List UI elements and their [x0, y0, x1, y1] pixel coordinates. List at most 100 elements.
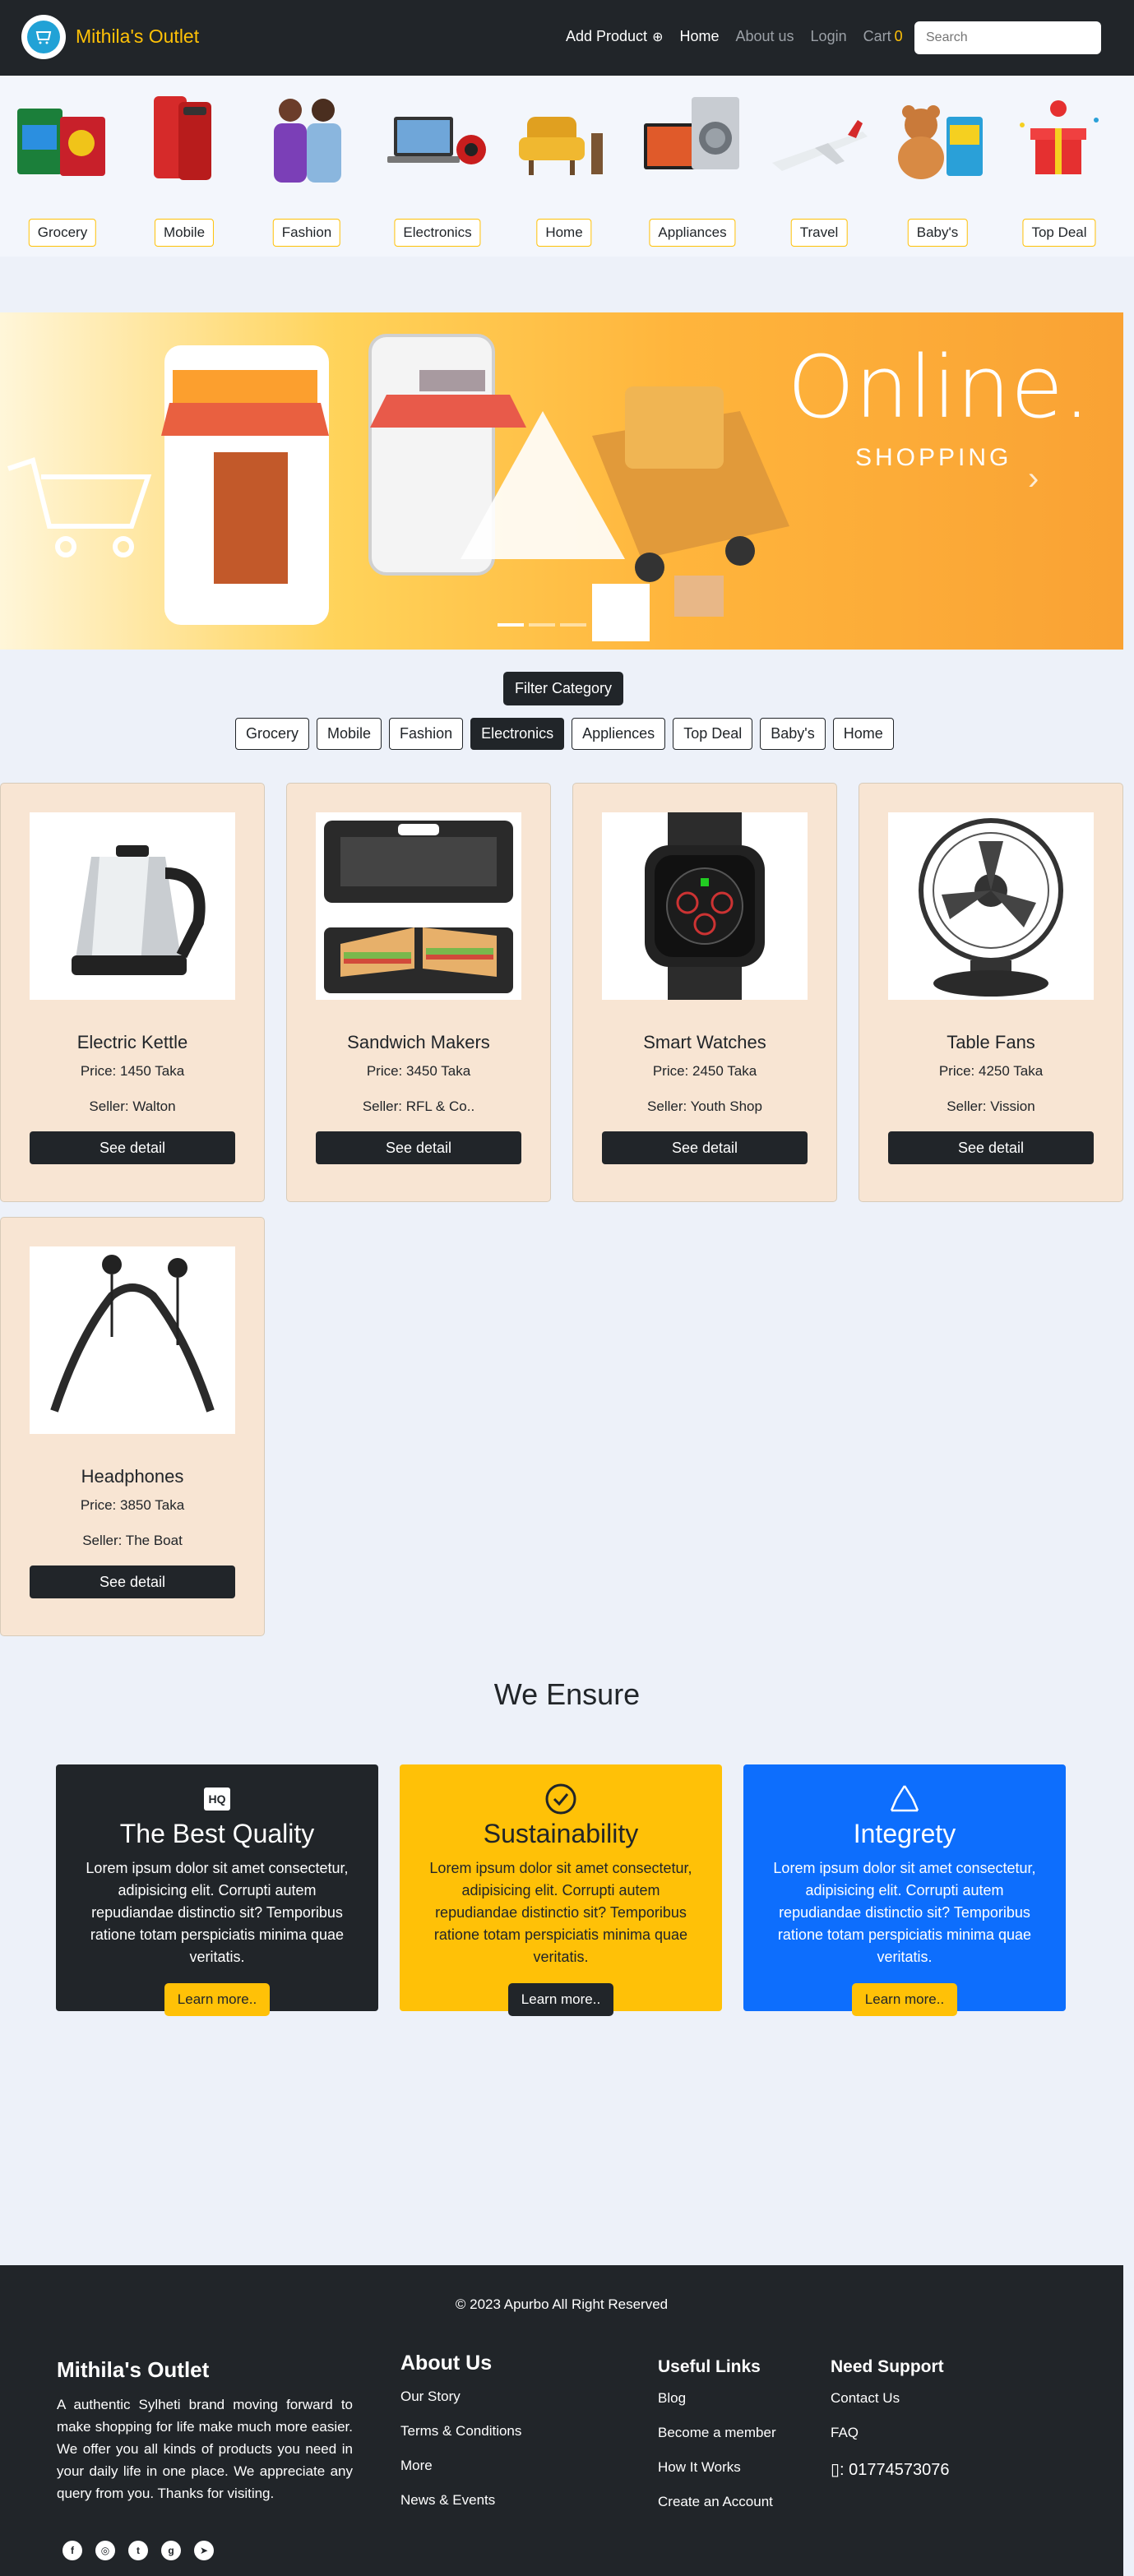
- product-card: Table Fans Price: 4250 Taka Seller: Viss…: [859, 783, 1123, 1202]
- learn-more-button[interactable]: Learn more..: [164, 1983, 271, 2016]
- cart-count-badge: 0: [894, 28, 903, 44]
- footer-description: A authentic Sylheti brand moving forward…: [57, 2397, 353, 2501]
- product-seller: Seller: RFL & Co..: [362, 1098, 475, 1114]
- footer-link[interactable]: Contact Us: [831, 2390, 949, 2407]
- footer-link[interactable]: Become a member: [658, 2425, 776, 2441]
- see-detail-button[interactable]: See detail: [316, 1131, 521, 1164]
- category-mobile[interactable]: Mobile: [127, 92, 242, 257]
- footer-link[interactable]: News & Events: [400, 2492, 521, 2509]
- brand-logo[interactable]: [21, 15, 66, 59]
- product-card: Smart Watches Price: 2450 Taka Seller: Y…: [572, 783, 837, 1202]
- ensure-card-text: Lorem ipsum dolor sit amet consectetur, …: [773, 1860, 1036, 1965]
- hero-carousel[interactable]: Online. SHOPPING ›: [0, 312, 1123, 650]
- carousel-indicator[interactable]: [560, 623, 586, 627]
- ensure-card-quality: HQ The Best Quality Lorem ipsum dolor si…: [56, 1764, 378, 2016]
- see-detail-button[interactable]: See detail: [30, 1565, 235, 1598]
- filter-top-deal-button[interactable]: Top Deal: [673, 718, 753, 750]
- footer-column-title: Useful Links: [658, 2357, 761, 2376]
- category-home[interactable]: Home: [507, 92, 622, 257]
- footer-link[interactable]: How It Works: [658, 2459, 776, 2476]
- product-seller: Seller: The Boat: [82, 1533, 183, 1548]
- filter-electronics-button[interactable]: Electronics: [470, 718, 565, 750]
- facebook-icon[interactable]: f: [62, 2541, 82, 2560]
- category-fashion[interactable]: Fashion: [249, 92, 364, 257]
- home-link[interactable]: Home: [679, 28, 719, 45]
- footer-link[interactable]: Blog: [658, 2390, 776, 2407]
- product-seller: Seller: Walton: [89, 1098, 176, 1114]
- learn-more-button[interactable]: Learn more..: [507, 1983, 614, 2016]
- cart-logo-icon: [27, 21, 60, 53]
- product-price: Price: 3450 Taka: [366, 1063, 471, 1079]
- product-price: Price: 3850 Taka: [80, 1497, 185, 1513]
- category-appliances[interactable]: Appliances: [635, 92, 750, 257]
- product-seller: Seller: Vission: [947, 1098, 1035, 1114]
- filter-mobile-button[interactable]: Mobile: [317, 718, 382, 750]
- electronics-image: [384, 92, 491, 183]
- filter-babys-button[interactable]: Baby's: [760, 718, 826, 750]
- filter-fashion-button[interactable]: Fashion: [389, 718, 464, 750]
- category-electronics[interactable]: Electronics: [380, 92, 495, 257]
- product-price: Price: 4250 Taka: [938, 1063, 1044, 1079]
- brand-name[interactable]: Mithila's Outlet: [76, 25, 199, 48]
- github-icon[interactable]: g: [161, 2541, 181, 2560]
- telegram-icon[interactable]: ➤: [194, 2541, 214, 2560]
- category-label: Grocery: [28, 219, 97, 247]
- phone-contact[interactable]: ▯: 01774573076: [831, 2459, 949, 2480]
- banner-illustration: [7, 334, 789, 641]
- product-seller: Seller: Youth Shop: [647, 1098, 762, 1114]
- ensure-card-title: Integrety: [853, 1819, 956, 1848]
- category-label: Top Deal: [1022, 219, 1096, 247]
- hq-icon: HQ: [76, 1783, 359, 1815]
- filter-row: Grocery Mobile Fashion Electronics Appli…: [235, 718, 894, 750]
- category-label: Baby's: [907, 219, 968, 247]
- footer-link[interactable]: FAQ: [831, 2425, 949, 2441]
- nav-links: Add Product ⊕ Home About us Login Cart 0: [566, 28, 936, 45]
- grocery-image: [9, 92, 116, 183]
- twitter-icon[interactable]: t: [128, 2541, 148, 2560]
- login-link[interactable]: Login: [811, 28, 847, 45]
- table-fan-image: [888, 812, 1094, 1000]
- category-label: Electronics: [394, 219, 481, 247]
- category-grocery[interactable]: Grocery: [5, 92, 120, 257]
- footer-column-title: About Us: [400, 2352, 493, 2375]
- ensure-card-sustainability: Sustainability Lorem ipsum dolor sit ame…: [400, 1764, 722, 2016]
- category-travel[interactable]: Travel: [761, 92, 877, 257]
- see-detail-button[interactable]: See detail: [602, 1131, 808, 1164]
- search-input[interactable]: [914, 21, 1101, 54]
- ensure-heading: We Ensure: [493, 1677, 641, 1711]
- about-link[interactable]: About us: [735, 28, 794, 45]
- ensure-card-text: Lorem ipsum dolor sit amet consectetur, …: [86, 1860, 349, 1965]
- category-label: Appliances: [649, 219, 736, 247]
- category-babys[interactable]: Baby's: [880, 92, 995, 257]
- filter-home-button[interactable]: Home: [832, 718, 894, 750]
- footer-support-column: Need Support Contact Us FAQ ▯: 017745730…: [831, 2357, 949, 2498]
- kettle-image: [30, 812, 235, 1000]
- see-detail-button[interactable]: See detail: [888, 1131, 1094, 1164]
- footer-link[interactable]: More: [400, 2458, 521, 2474]
- footer-link[interactable]: Our Story: [400, 2389, 521, 2405]
- instagram-icon[interactable]: ◎: [95, 2541, 115, 2560]
- category-label: Home: [536, 219, 592, 247]
- carousel-next-icon[interactable]: ›: [1028, 460, 1039, 497]
- learn-more-button[interactable]: Learn more..: [851, 1983, 958, 2016]
- filter-appliences-button[interactable]: Appliences: [572, 718, 666, 750]
- check-circle-icon: [419, 1783, 702, 1815]
- category-top-deal[interactable]: Top Deal: [1002, 92, 1117, 257]
- phone-icon: ▯: [831, 2461, 840, 2479]
- phone-number: : 01774573076: [840, 2461, 950, 2479]
- product-card: Headphones Price: 3850 Taka Seller: The …: [0, 1217, 265, 1636]
- footer-link[interactable]: Terms & Conditions: [400, 2423, 521, 2440]
- category-strip: Grocery Mobile Fashion Electronics Home …: [0, 76, 1134, 257]
- filter-grocery-button[interactable]: Grocery: [235, 718, 310, 750]
- carousel-indicator[interactable]: [498, 623, 524, 627]
- cart-link[interactable]: Cart 0: [863, 28, 919, 45]
- footer-link[interactable]: Create an Account: [658, 2494, 776, 2510]
- appliances-image: [639, 92, 746, 183]
- headphones-image: [30, 1246, 235, 1434]
- sandwich-maker-image: [316, 812, 521, 1000]
- plus-circle-icon: ⊕: [652, 30, 664, 44]
- see-detail-button[interactable]: See detail: [30, 1131, 235, 1164]
- add-product-link[interactable]: Add Product ⊕: [566, 28, 663, 45]
- cart-label: Cart: [863, 28, 891, 44]
- carousel-indicator[interactable]: [529, 623, 555, 627]
